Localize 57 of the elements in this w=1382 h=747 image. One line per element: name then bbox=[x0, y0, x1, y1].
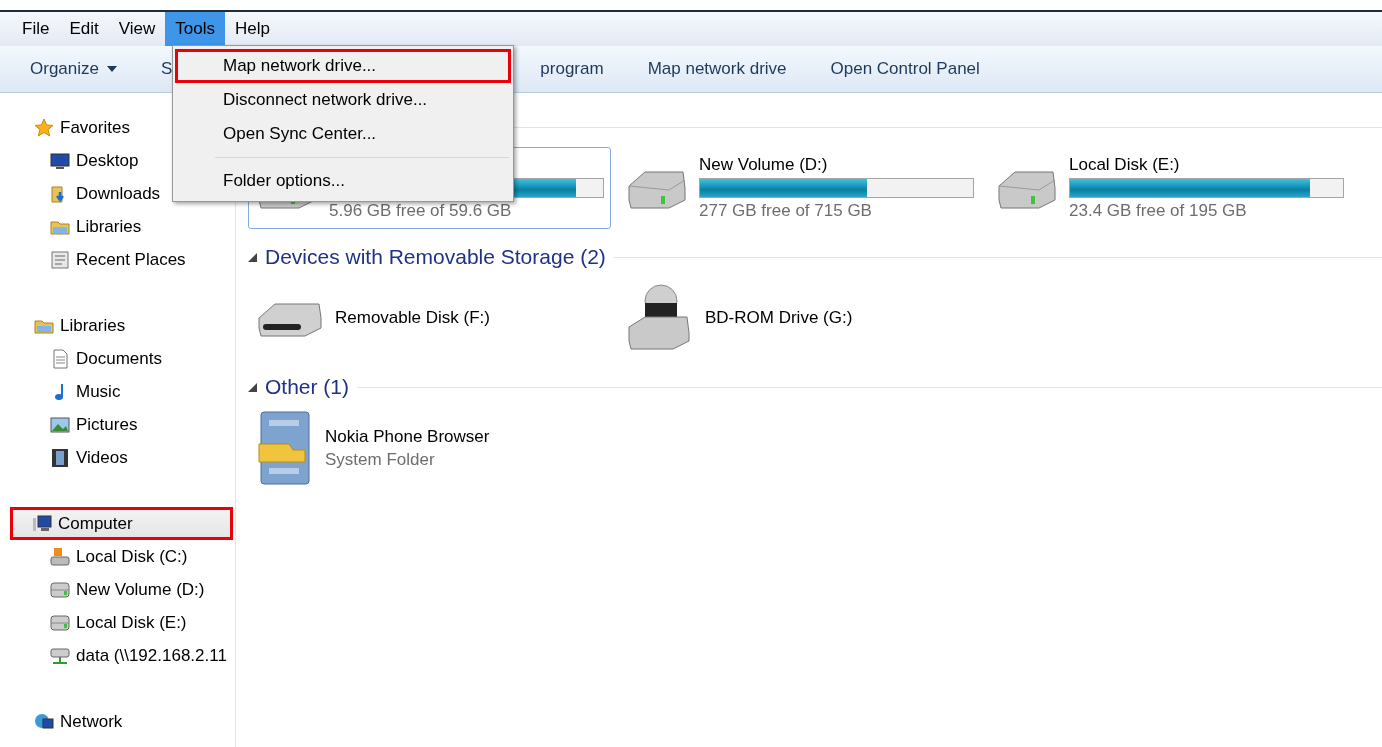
sidebar-item[interactable]: Local Disk (E:) bbox=[0, 606, 235, 639]
caret-icon bbox=[107, 66, 117, 72]
drive-tile[interactable]: Local Disk (E:) 23.4 GB free of 195 GB bbox=[988, 147, 1351, 229]
collapse-triangle-icon[interactable] bbox=[248, 382, 257, 392]
star-icon bbox=[34, 117, 54, 138]
sidebar-item[interactable]: Computer bbox=[10, 507, 233, 540]
sidebar-item[interactable]: Local Disk (C:) bbox=[0, 540, 235, 573]
menu-item[interactable]: Help bbox=[224, 12, 280, 46]
drive-icon bbox=[50, 612, 70, 633]
picture-icon bbox=[50, 414, 70, 435]
drive-tile[interactable]: Nokia Phone Browser System Folder bbox=[248, 407, 611, 489]
group-header: Devices with Removable Storage (2) bbox=[265, 245, 606, 269]
free-space-text: 23.4 GB free of 195 GB bbox=[1069, 201, 1248, 221]
toolbar-button[interactable]: Organize bbox=[20, 53, 127, 85]
drive-name: Nokia Phone Browser bbox=[325, 426, 491, 447]
sidebar-item[interactable]: Libraries bbox=[0, 210, 235, 243]
sidebar-item[interactable]: New Volume (D:) bbox=[0, 573, 235, 606]
network-drive-icon bbox=[50, 645, 70, 666]
drive-icon bbox=[50, 546, 70, 567]
free-space-text: 277 GB free of 715 GB bbox=[699, 201, 873, 221]
drive-tile[interactable]: New Volume (D:) 277 GB free of 715 GB bbox=[618, 147, 981, 229]
collapse-triangle-icon[interactable] bbox=[248, 252, 257, 262]
sidebar-item[interactable]: Libraries bbox=[0, 309, 235, 342]
sidebar-item[interactable]: Videos bbox=[0, 441, 235, 474]
sidebar-item[interactable]: Pictures bbox=[0, 408, 235, 441]
film-icon bbox=[50, 447, 70, 468]
item-type: System Folder bbox=[325, 449, 436, 470]
toolbar-button[interactable]: program bbox=[530, 53, 614, 85]
menu-item[interactable]: Edit bbox=[59, 12, 109, 46]
drive-tile[interactable]: BD-ROM Drive (G:) bbox=[618, 277, 981, 359]
network-icon bbox=[34, 711, 54, 732]
menu-entry[interactable]: Map network drive... bbox=[175, 49, 511, 83]
sidebar-item[interactable]: Network bbox=[0, 705, 235, 738]
menu-item[interactable]: View bbox=[108, 12, 166, 46]
drive-name: Local Disk (E:) bbox=[1069, 155, 1181, 175]
menu-entry[interactable]: Open Sync Center... bbox=[175, 117, 511, 151]
drive-name: Removable Disk (F:) bbox=[335, 308, 491, 328]
drive-icon bbox=[50, 579, 70, 600]
menu-item[interactable]: File bbox=[12, 12, 60, 46]
drive-name: New Volume (D:) bbox=[699, 155, 829, 175]
menu-entry[interactable]: Folder options... bbox=[175, 164, 511, 198]
toolbar-button[interactable]: Open Control Panel bbox=[820, 53, 990, 85]
sidebar-item[interactable]: data (\\192.168.2.11 bbox=[0, 639, 235, 672]
free-space-text: 5.96 GB free of 59.6 GB bbox=[329, 201, 513, 221]
toolbar-button[interactable]: Map network drive bbox=[637, 53, 797, 85]
sidebar-item[interactable]: Recent Places bbox=[0, 243, 235, 276]
drive-tile[interactable]: Removable Disk (F:) bbox=[248, 277, 611, 359]
group-header: Other (1) bbox=[265, 375, 350, 399]
menu-item[interactable]: Tools bbox=[165, 12, 225, 46]
document-list-icon bbox=[50, 249, 70, 270]
sidebar-item[interactable]: Documents bbox=[0, 342, 235, 375]
monitor-icon bbox=[50, 150, 70, 171]
drive-name: BD-ROM Drive (G:) bbox=[705, 308, 854, 328]
computer-icon bbox=[32, 513, 52, 534]
document-icon bbox=[50, 348, 70, 369]
sidebar-item[interactable]: Music bbox=[0, 375, 235, 408]
menu-entry[interactable]: Disconnect network drive... bbox=[175, 83, 511, 117]
